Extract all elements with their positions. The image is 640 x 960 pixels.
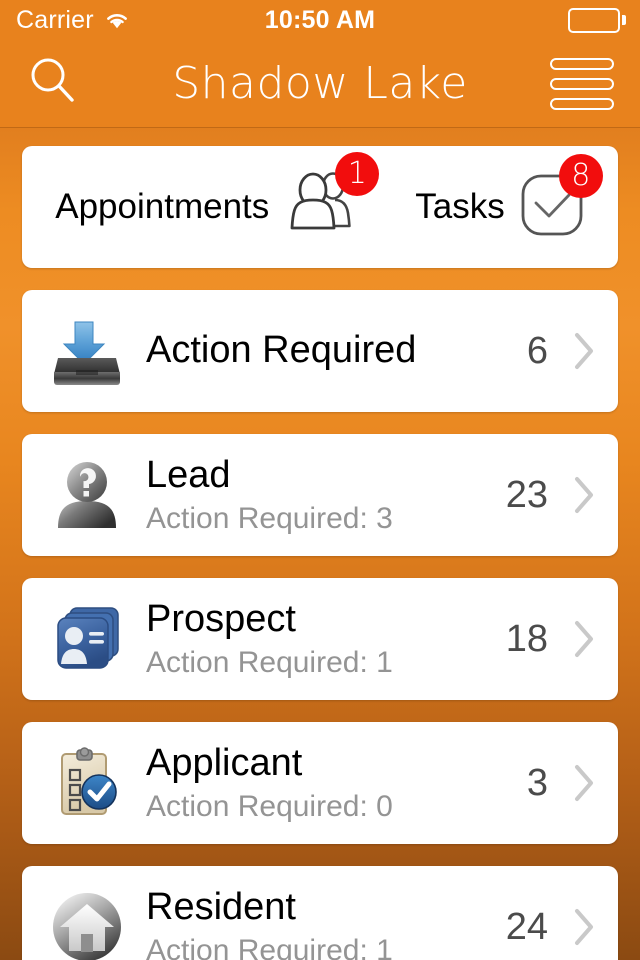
- person-question-mark-icon: [50, 458, 124, 532]
- list-item-count: 23: [505, 473, 548, 516]
- scroll-content[interactable]: Appointments 1 Tasks 8 Action Required 6…: [0, 129, 640, 960]
- list-item-title: Prospect: [146, 597, 296, 640]
- chevron-right-icon: [574, 331, 596, 371]
- home-circle-icon: [50, 890, 124, 960]
- list-item-text: Applicant Action Required: 0: [146, 741, 486, 824]
- list-item-title: Applicant: [146, 741, 303, 784]
- tasks-label: Tasks: [415, 187, 505, 226]
- page-title: Shadow Lake: [172, 58, 468, 109]
- two-people-outline-icon: [283, 171, 361, 244]
- list-item-subtitle: Action Required: 0: [146, 790, 393, 824]
- list-item-count: 6: [526, 329, 548, 372]
- status-bar-right: [568, 7, 626, 33]
- chevron-right-icon: [574, 619, 596, 659]
- list-item-title: Resident: [146, 885, 296, 928]
- appointments-icon-wrap: 1: [283, 151, 380, 245]
- menu-button[interactable]: [550, 57, 614, 110]
- phone-screen: Carrier 10:50 AM Shadow Lake Appointment…: [0, 0, 640, 960]
- list-item-text: Lead Action Required: 3: [146, 453, 486, 536]
- hamburger-menu-icon: [550, 57, 614, 110]
- chevron-right-icon: [574, 907, 596, 947]
- list-item-subtitle: Action Required: 1: [146, 646, 393, 680]
- list-item[interactable]: Action Required 6: [22, 290, 618, 412]
- list-item[interactable]: Applicant Action Required: 0 3: [22, 722, 618, 844]
- list-item-text: Action Required: [146, 330, 486, 371]
- inbox-download-tray-icon: [50, 314, 124, 388]
- list-item[interactable]: Prospect Action Required: 1 18: [22, 578, 618, 700]
- status-bar: Carrier 10:50 AM: [0, 0, 640, 40]
- tasks-button[interactable]: Tasks 8: [415, 153, 603, 243]
- list-item-title: Lead: [146, 453, 231, 496]
- battery-full-icon: [568, 7, 626, 33]
- contact-cards-icon: [50, 602, 124, 676]
- list-item-text: Resident Action Required: 1: [146, 885, 486, 960]
- list-item-count: 3: [526, 761, 548, 804]
- list-item-count: 24: [505, 905, 548, 948]
- checkmark-rounded-square-icon: [519, 174, 585, 242]
- search-button[interactable]: [26, 54, 80, 113]
- appointments-button[interactable]: Appointments 1: [55, 151, 380, 245]
- tasks-badge: 8: [558, 153, 603, 198]
- list-item-title: Action Required: [146, 329, 417, 372]
- list-item[interactable]: Lead Action Required: 3 23: [22, 434, 618, 556]
- chevron-right-icon: [574, 475, 596, 515]
- list-item-subtitle: Action Required: 3: [146, 502, 393, 536]
- clipboard-check-icon: [50, 746, 124, 820]
- list-item[interactable]: Resident Action Required: 1 24: [22, 866, 618, 960]
- list-item-subtitle: Action Required: 1: [146, 934, 393, 960]
- summary-card: Appointments 1 Tasks 8: [22, 146, 618, 268]
- clock-label: 10:50 AM: [264, 5, 376, 34]
- appointments-badge: 1: [335, 151, 380, 196]
- search-icon: [26, 58, 80, 112]
- appointments-label: Appointments: [55, 187, 270, 226]
- tasks-icon-wrap: 8: [519, 153, 603, 243]
- list-item-text: Prospect Action Required: 1: [146, 597, 486, 680]
- chevron-right-icon: [574, 763, 596, 803]
- navigation-bar: Shadow Lake: [0, 40, 640, 128]
- list-item-count: 18: [505, 617, 548, 660]
